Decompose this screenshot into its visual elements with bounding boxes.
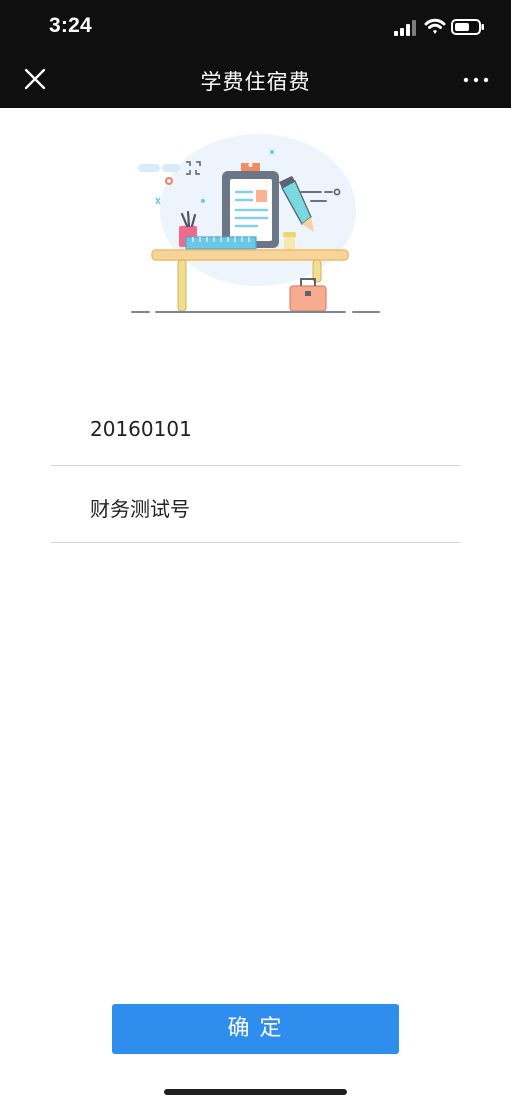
wifi-icon bbox=[424, 18, 446, 34]
home-indicator bbox=[164, 1089, 347, 1095]
more-icon[interactable] bbox=[461, 72, 491, 88]
student-name-field[interactable]: 财务测试号 bbox=[51, 486, 460, 543]
top-bar: 3:24 学费住宿费 bbox=[0, 0, 511, 108]
battery-icon bbox=[451, 19, 484, 35]
student-id-value: 20160101 bbox=[90, 417, 192, 441]
confirm-button[interactable]: 确定 bbox=[112, 1004, 399, 1054]
desk-illustration bbox=[131, 134, 380, 313]
signal-icon bbox=[394, 20, 416, 36]
student-id-field[interactable]: 20160101 bbox=[51, 410, 460, 466]
status-time: 3:24 bbox=[49, 14, 92, 37]
student-name-value: 财务测试号 bbox=[90, 497, 190, 521]
page-title: 学费住宿费 bbox=[200, 70, 311, 94]
